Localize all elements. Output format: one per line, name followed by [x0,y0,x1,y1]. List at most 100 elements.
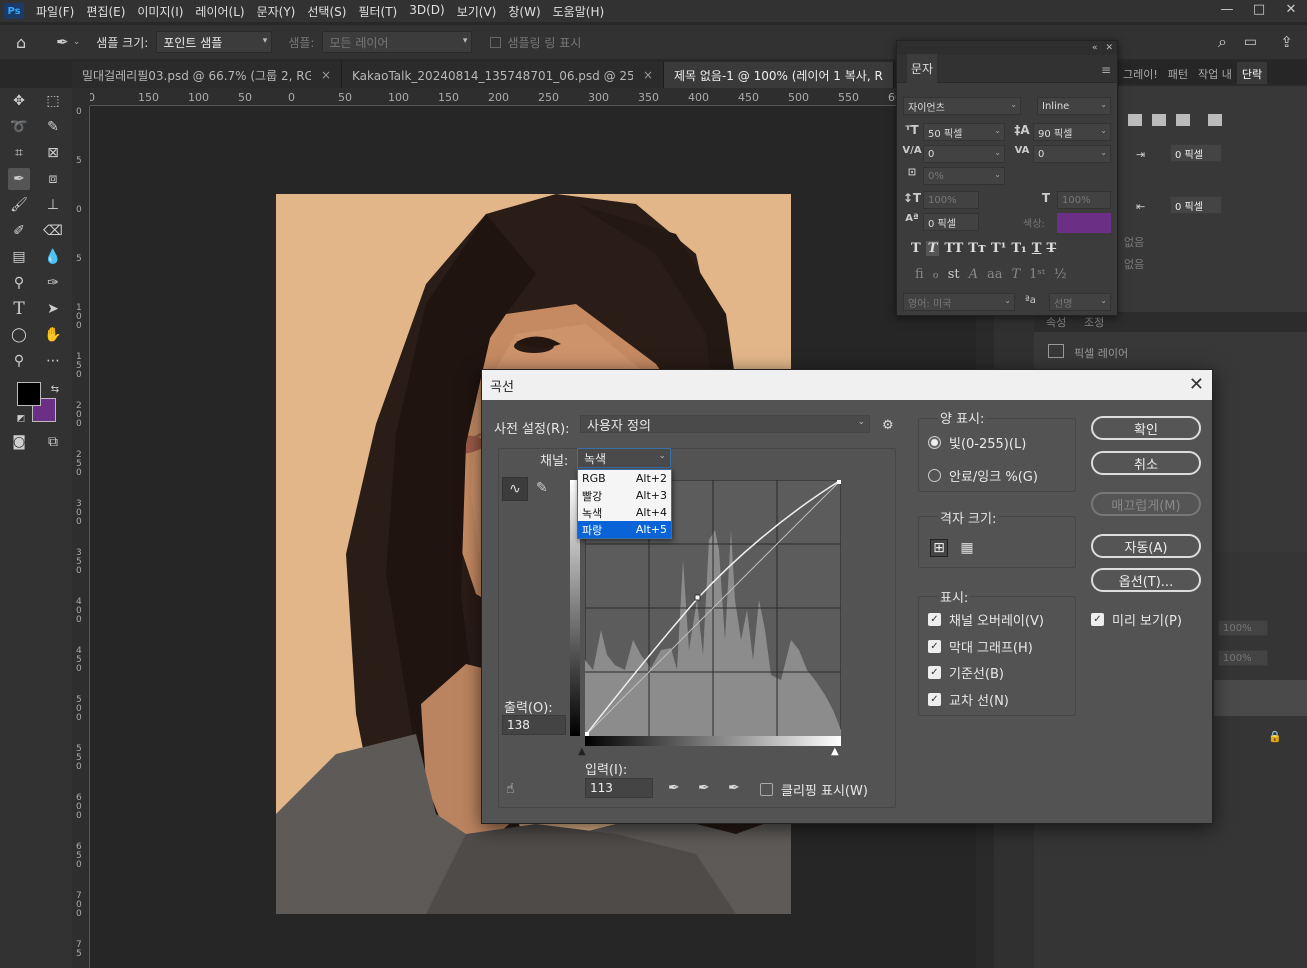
curve-point[interactable] [694,594,701,601]
panel-tab[interactable]: 그레이! [1118,62,1163,84]
font-family-select[interactable]: 자이언츠 ⌄ [903,97,1021,115]
zoom-tool-icon[interactable]: ⚲ [8,350,30,372]
options-button[interactable]: 옵션(T)... [1091,568,1201,592]
more-tools-icon[interactable]: ⋯ [42,350,64,372]
dodge-tool-icon[interactable]: ⚲ [8,272,30,294]
workspace-icon[interactable]: ▭ [1244,34,1257,50]
crop-tool-icon[interactable]: ⌗ [8,142,30,164]
panel-tab[interactable]: 작업 내 [1193,62,1237,84]
menu-item[interactable]: 도움말(H) [547,3,611,20]
superscript-icon[interactable]: T¹ [991,241,1006,256]
menu-item[interactable]: 창(W) [502,3,546,20]
curve-endpoint-white[interactable] [837,480,841,484]
type-tool-icon[interactable]: T [8,298,30,320]
curve-point-tool-icon[interactable]: ∿ [502,477,528,501]
preset-options-gear-icon[interactable]: ⚙ [882,418,894,433]
layer-row[interactable] [1214,680,1307,716]
simple-grid-icon[interactable]: ⊞ [930,539,948,557]
default-colors-icon[interactable]: ◩ [10,408,32,430]
quick-select-tool-icon[interactable]: ✎ [42,116,64,138]
blur-tool-icon[interactable]: 💧 [42,246,64,268]
text-color-swatch[interactable] [1057,213,1111,233]
quick-mask-icon[interactable]: ◙ [8,431,30,453]
justify-icon[interactable] [1208,114,1222,126]
lasso-tool-icon[interactable]: ➰ [8,116,30,138]
underline-icon[interactable]: T [1032,241,1042,256]
titling-icon[interactable]: T [1012,267,1021,282]
channel-option[interactable]: 파랑 Alt+5 [578,521,671,538]
tab-adjustments[interactable]: 조정 [1084,314,1104,330]
pencil-tool-icon[interactable]: ✎ [536,480,548,496]
strikethrough-icon[interactable]: T [1046,241,1056,256]
ellipse-tool-icon[interactable]: ◯ [8,324,30,346]
gray-point-eyedropper-icon[interactable]: ✒ [698,780,710,796]
radio-light[interactable]: 빛(0-255)(L) [928,433,1026,452]
black-point-slider[interactable]: ▲ [578,746,586,757]
input-field[interactable]: 113 [585,778,653,798]
close-panel-icon[interactable]: ✕ [1105,43,1113,53]
vertical-scale-field[interactable]: 100% [923,191,979,209]
menu-item[interactable]: 레이어(L) [189,3,250,20]
minimize-button[interactable]: — [1211,0,1243,18]
share-icon[interactable]: ⇪ [1280,33,1293,51]
document-tab[interactable]: 밀대걸레리필03.psd @ 66.7% (그룹 2, RG... × [72,62,342,88]
stylistic-alt-icon[interactable]: aa [987,267,1003,282]
all-caps-icon[interactable]: TT [944,241,963,256]
leading-field[interactable]: 90 픽셀 ⌄ [1033,123,1111,141]
document-tab[interactable]: 제목 없음-1 @ 100% (레이어 1 복사, RGB [664,62,894,88]
horizontal-scale-field[interactable]: 100% [1057,191,1111,209]
radio-pigment[interactable]: 안료/잉크 %(G) [928,466,1038,485]
intersection-line-checkbox[interactable]: ✓ 교차 선(N) [928,690,1009,709]
gradient-tool-icon[interactable]: ▤ [8,246,30,268]
eraser-tool-icon[interactable]: ⌫ [42,220,64,242]
channel-option[interactable]: 빨강 Alt+3 [578,487,671,504]
menu-item[interactable]: 이미지(I) [131,3,189,20]
chevron-down-icon[interactable]: ⌄ [73,37,81,47]
eyedropper-tool-icon[interactable]: ✒ [8,168,30,190]
language-select[interactable]: 영어: 미국 ⌄ [903,293,1015,311]
swash-icon[interactable]: A [969,267,978,282]
smooth-button[interactable]: 매끄럽게(M) [1091,492,1201,516]
menu-item[interactable]: 선택(S) [301,3,352,20]
channel-option[interactable]: 녹색 Alt+4 [578,504,671,521]
foreground-color-swatch[interactable] [17,382,41,406]
document-tab[interactable]: KakaoTalk_20240814_135748701_06.psd @ 25… [342,62,664,88]
menu-item[interactable]: 파일(F) [30,3,80,20]
menu-item[interactable]: 보기(V) [451,3,503,20]
ligature-icon[interactable]: fi [915,267,924,282]
fill-field[interactable]: 100% [1218,650,1268,666]
detailed-grid-icon[interactable]: ▦ [958,539,976,557]
panel-tab[interactable]: 패턴 [1163,62,1193,84]
faux-bold-icon[interactable]: T [911,241,921,256]
align-right-icon[interactable] [1176,114,1190,126]
black-point-eyedropper-icon[interactable]: ✒ [668,780,680,796]
st-ligature-icon[interactable]: st [948,267,960,282]
path-select-tool-icon[interactable]: ➤ [42,298,64,320]
tracking-field[interactable]: 0 ⌄ [1033,145,1111,163]
search-icon[interactable]: ⌕ [1218,32,1227,52]
white-point-eyedropper-icon[interactable]: ✒ [728,780,740,796]
patch-tool-icon[interactable]: ⧈ [42,168,64,190]
sample-size-select[interactable]: 포인트 샘플 ▾ [156,31,273,53]
ordinal-icon[interactable]: 1ˢᵗ [1029,267,1045,282]
screen-mode-icon[interactable]: ⧉ [42,431,64,453]
auto-button[interactable]: 자동(A) [1091,534,1201,558]
maximize-button[interactable]: □ [1243,0,1275,18]
preview-checkbox[interactable]: ✓ 미리 보기(P) [1091,610,1182,629]
menu-item[interactable]: 문자(Y) [251,3,302,20]
close-window-button[interactable]: ✕ [1275,0,1307,18]
font-size-field[interactable]: 50 픽셀 ⌄ [923,123,1005,141]
opacity-field[interactable]: 100% [1218,620,1268,636]
fraction-icon[interactable]: ½ [1054,267,1067,282]
small-caps-icon[interactable]: Tт [968,241,986,256]
collapse-icon[interactable]: « [1092,43,1098,53]
font-style-select[interactable]: Inline ⌄ [1037,97,1111,115]
brush-tool-icon[interactable]: 🖌 [8,194,30,216]
histogram-checkbox[interactable]: ✓ 막대 그래프(H) [928,637,1033,656]
baseline-checkbox[interactable]: ✓ 기준선(B) [928,663,1004,682]
on-image-adjust-icon[interactable]: ☝ [506,781,515,797]
white-point-slider[interactable]: ▲ [831,746,839,757]
discretionary-ligature-icon[interactable]: ℴ [933,267,939,282]
swap-colors-icon[interactable]: ⇆ [44,378,66,400]
menu-item[interactable]: 편집(E) [80,3,131,20]
